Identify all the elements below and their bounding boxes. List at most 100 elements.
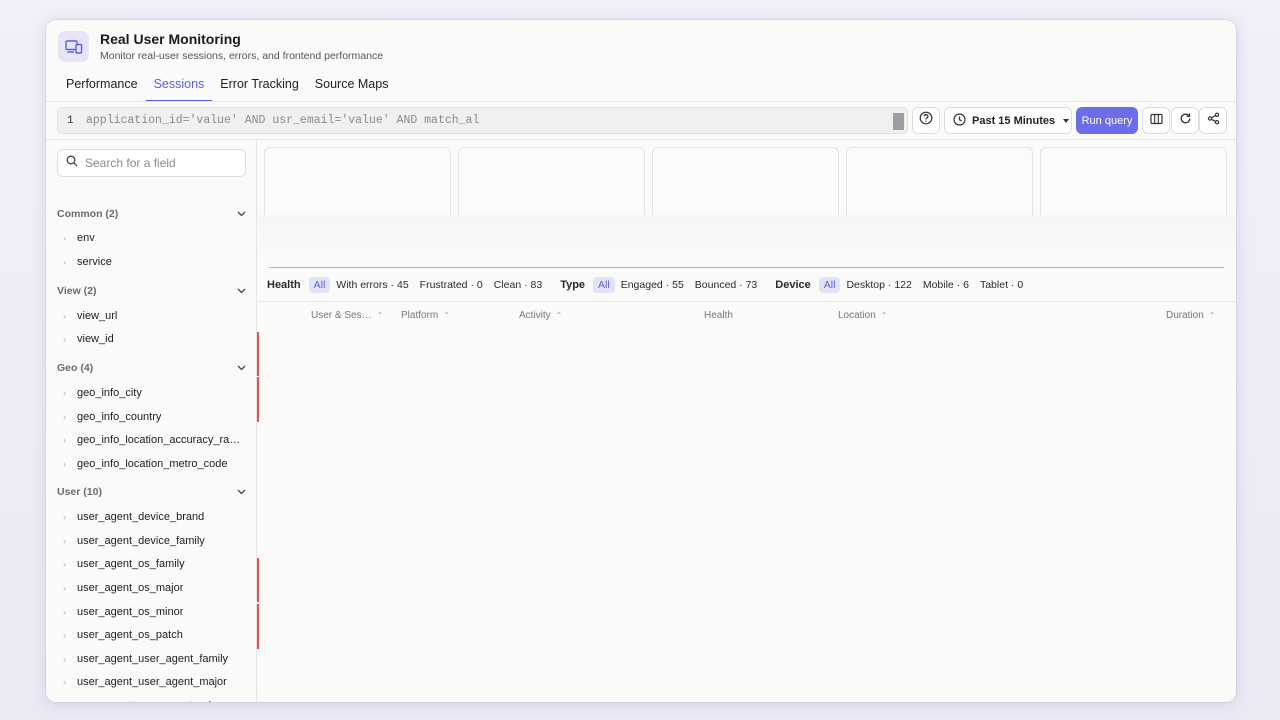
field-name: user_agent_os_patch: [77, 629, 183, 641]
metric-card: [652, 147, 839, 217]
group-common-header[interactable]: Common (2): [57, 205, 246, 223]
refresh-button[interactable]: [1171, 107, 1199, 134]
field-name: user_agent_device_family: [77, 535, 205, 547]
time-range-picker[interactable]: Past 15 Minutes: [944, 107, 1072, 134]
page-title: Real User Monitoring: [100, 31, 241, 47]
chevron-down-icon: [237, 486, 246, 498]
tab-sessions[interactable]: Sessions: [145, 70, 213, 102]
metric-card: [264, 147, 451, 217]
chip-label: Tablet: [979, 279, 1008, 291]
field-search-input[interactable]: [85, 156, 235, 170]
field-item[interactable]: › user_agent_user_agent_family: [63, 650, 228, 668]
field-item[interactable]: › user_agent_os_minor: [63, 603, 183, 621]
query-text[interactable]: application_id='value' AND usr_email='va…: [86, 114, 479, 127]
refresh-icon: [1179, 112, 1192, 130]
run-query-button[interactable]: Run query: [1076, 107, 1138, 134]
filter-bounced[interactable]: Bounced · 73: [690, 277, 762, 293]
group-label: Common (2): [57, 208, 119, 220]
chevron-right-icon: ›: [63, 388, 66, 398]
chevron-right-icon: ›: [63, 607, 66, 617]
group-user-header[interactable]: User (10): [57, 483, 246, 501]
field-item[interactable]: › geo_info_location_metro_code: [63, 455, 227, 473]
filter-type-all[interactable]: All: [593, 277, 615, 293]
chart-loading-area: [258, 215, 1236, 265]
share-button[interactable]: [1199, 107, 1227, 134]
column-activity[interactable]: Activity ⌃: [519, 309, 562, 321]
filter-clean[interactable]: Clean · 83: [489, 277, 547, 293]
column-platform[interactable]: Platform ⌃: [401, 309, 450, 321]
chevron-down-icon: [1063, 118, 1070, 123]
filter-health-all[interactable]: All: [308, 277, 331, 293]
field-name: user_agent_user_agent_minor: [77, 700, 227, 702]
field-item[interactable]: › env: [63, 229, 95, 247]
field-item[interactable]: › geo_info_city: [63, 384, 142, 402]
field-name: user_agent_user_agent_major: [77, 676, 227, 688]
field-item[interactable]: › user_agent_user_agent_major: [63, 673, 227, 691]
chip-label: Bounced: [694, 279, 737, 291]
field-item[interactable]: › service: [63, 253, 112, 271]
field-name: service: [77, 256, 112, 268]
chevron-right-icon: ›: [63, 654, 66, 664]
filter-engaged[interactable]: Engaged · 55: [616, 277, 689, 293]
chip-count: 55: [672, 279, 684, 291]
tab-source-maps[interactable]: Source Maps: [307, 70, 397, 102]
sort-icon: ⌃: [555, 310, 563, 320]
sessions-main: Health All With errors · 45 Frustrated ·…: [258, 141, 1236, 702]
group-geo-header[interactable]: Geo (4): [57, 359, 246, 377]
chevron-down-icon: [237, 208, 246, 220]
line-number: 1: [67, 115, 74, 127]
session-filters: Health All With errors · 45 Frustrated ·…: [267, 276, 1029, 294]
column-label: Duration: [1166, 309, 1204, 321]
chevron-down-icon: [237, 285, 246, 297]
field-item[interactable]: › view_id: [63, 330, 114, 348]
chevron-right-icon: ›: [63, 334, 66, 344]
chevron-right-icon: ›: [63, 459, 66, 469]
tab-performance[interactable]: Performance: [58, 70, 146, 102]
columns-icon: [1149, 112, 1163, 130]
tab-error-tracking[interactable]: Error Tracking: [212, 70, 307, 102]
filter-with-errors[interactable]: With errors · 45: [331, 277, 413, 293]
column-label: Location: [838, 309, 876, 321]
search-icon: [66, 154, 78, 172]
chip-label: Desktop: [846, 279, 885, 291]
filter-frustrated[interactable]: Frustrated · 0: [415, 277, 488, 293]
sort-icon: ⌃: [880, 310, 888, 320]
query-editor[interactable]: 1 application_id='value' AND usr_email='…: [57, 107, 908, 134]
filter-mobile[interactable]: Mobile · 6: [918, 277, 974, 293]
field-item[interactable]: › geo_info_country: [63, 408, 161, 426]
chip-count: 45: [396, 279, 409, 291]
time-range-label: Past 15 Minutes: [972, 114, 1056, 127]
sort-icon: ⌃: [1208, 310, 1216, 320]
group-view-header[interactable]: View (2): [57, 282, 246, 300]
column-location[interactable]: Location ⌃: [838, 309, 888, 321]
field-item[interactable]: ›user_agent_user_agent_minor: [63, 697, 227, 702]
field-item[interactable]: › view_url: [63, 307, 117, 325]
page-subtitle: Monitor real-user sessions, errors, and …: [100, 50, 384, 62]
chevron-right-icon: ›: [63, 701, 77, 702]
chevron-right-icon: ›: [63, 311, 66, 321]
column-health[interactable]: Health: [704, 309, 733, 321]
chart-baseline: [269, 267, 1224, 268]
field-item[interactable]: › geo_info_location_accuracy_ra…: [63, 431, 240, 449]
field-name: user_agent_os_family: [77, 558, 185, 570]
field-name: geo_info_location_metro_code: [77, 458, 228, 470]
chip-count: 122: [894, 279, 912, 291]
chip-label: Clean: [493, 279, 522, 291]
filter-device-all[interactable]: All: [818, 277, 841, 293]
column-label: Health: [704, 309, 733, 321]
field-item[interactable]: › user_agent_os_family: [63, 555, 185, 573]
chip-label: With errors: [336, 279, 388, 291]
column-user-session[interactable]: User & Ses… ⌃: [311, 309, 383, 321]
help-button[interactable]: [912, 107, 940, 134]
field-item[interactable]: › user_agent_device_brand: [63, 508, 204, 526]
filter-tablet[interactable]: Tablet · 0: [975, 277, 1028, 293]
field-item[interactable]: › user_agent_device_family: [63, 532, 205, 550]
chevron-right-icon: ›: [63, 536, 66, 546]
field-item[interactable]: › user_agent_os_patch: [63, 626, 183, 644]
filter-desktop[interactable]: Desktop · 122: [841, 277, 916, 293]
field-search[interactable]: [57, 149, 246, 177]
column-duration[interactable]: Duration ⌃: [1166, 309, 1216, 321]
columns-button[interactable]: [1142, 107, 1170, 134]
field-item[interactable]: › user_agent_os_major: [63, 579, 183, 597]
chevron-right-icon: ›: [63, 559, 66, 569]
